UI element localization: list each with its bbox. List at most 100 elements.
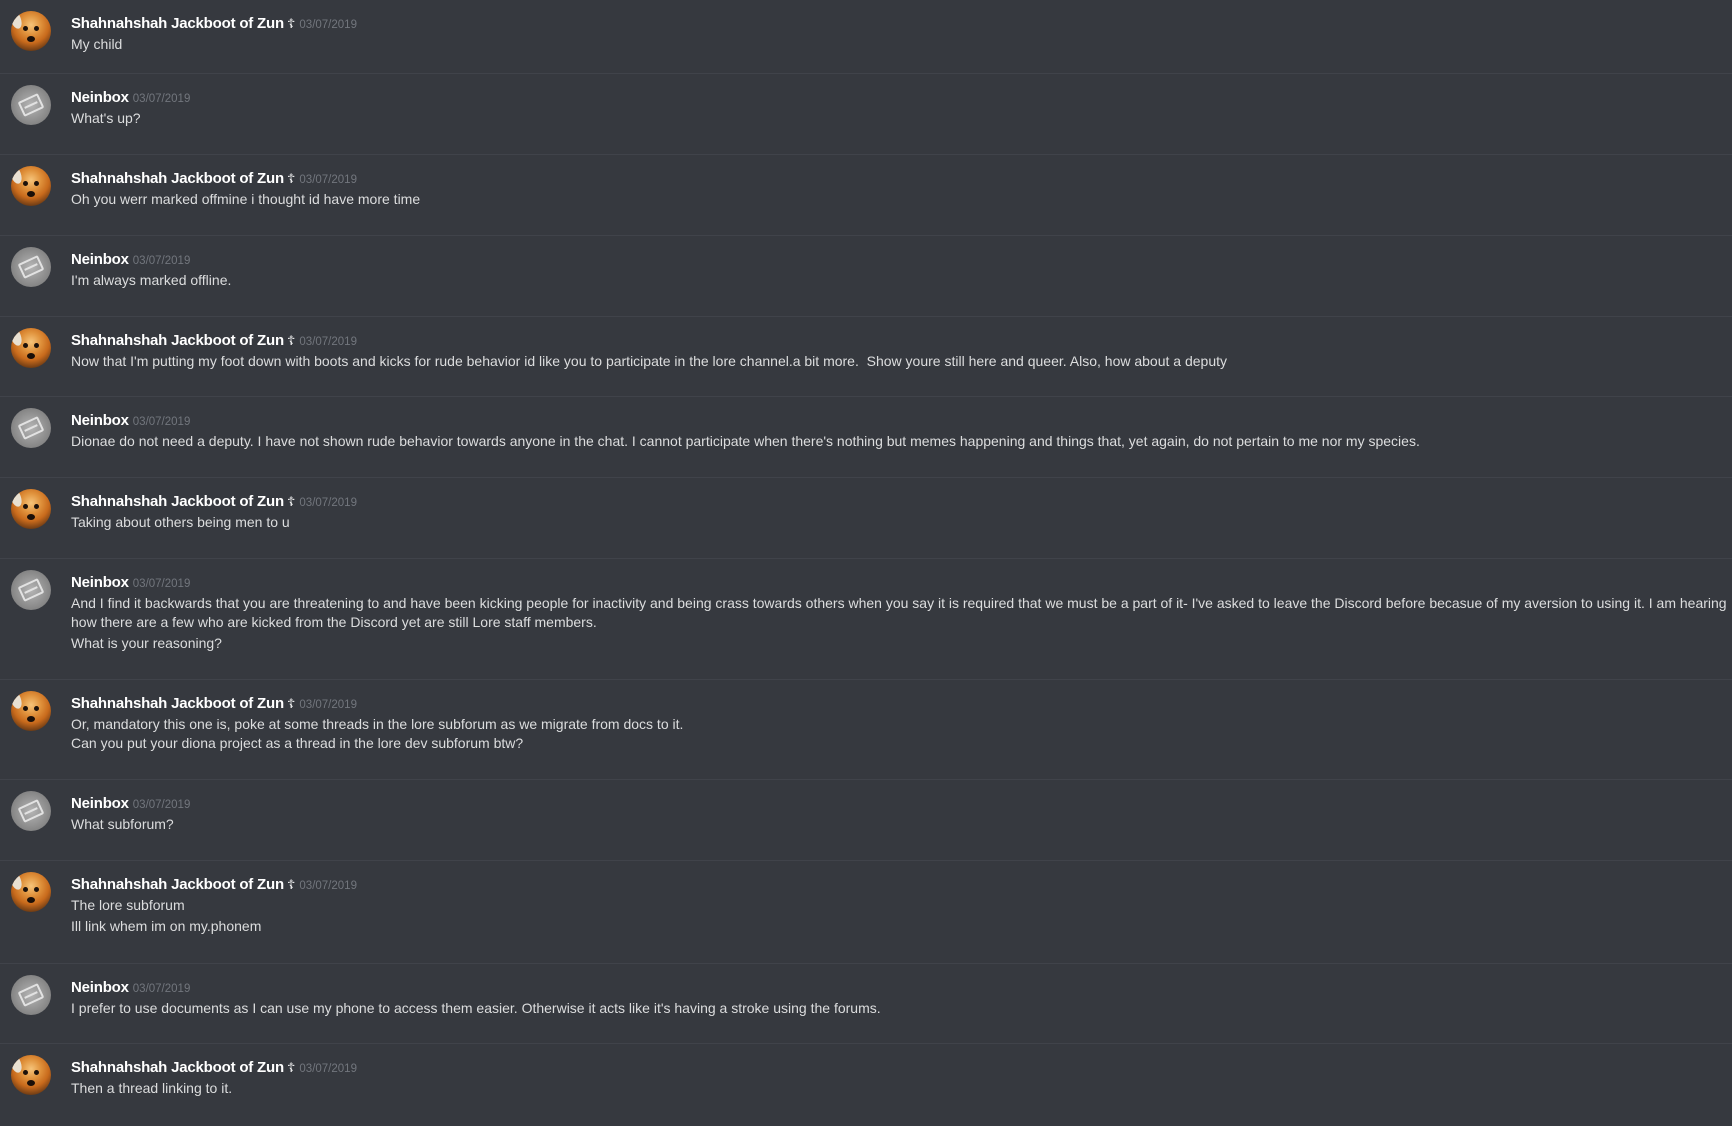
cross-badge-icon: ☦	[286, 172, 296, 187]
message-header: Neinbox 03/07/2019	[71, 793, 1732, 815]
timestamp: 03/07/2019	[299, 19, 357, 31]
dog-ear-icon	[11, 328, 24, 348]
message: Neinbox 03/07/2019 I'm always marked offl…	[0, 236, 1732, 317]
dog-ear-icon	[11, 11, 24, 31]
dog-eye-icon	[34, 1070, 39, 1075]
message: Shahnahshah Jackboot of Zun ☦ 03/07/2019 T…	[0, 478, 1732, 559]
message: Shahnahshah Jackboot of Zun ☦ 03/07/2019 O…	[0, 155, 1732, 236]
message-header: Neinbox 03/07/2019	[71, 977, 1732, 999]
message-text: Oh you werr marked offmine i thought id …	[71, 191, 421, 207]
user-avatar[interactable]	[11, 570, 51, 610]
message-header: Shahnahshah Jackboot of Zun ☦ 03/07/2019	[71, 168, 1732, 190]
box-stamp-icon	[17, 983, 45, 1007]
message-text: What's up?	[71, 110, 141, 126]
dog-eye-icon	[23, 504, 28, 509]
username[interactable]: Shahnahshah Jackboot of Zun	[71, 332, 284, 349]
dog-nose-icon	[27, 514, 35, 520]
message: Neinbox 03/07/2019 I prefer to use docume…	[0, 964, 1732, 1044]
user-avatar[interactable]	[11, 247, 51, 287]
user-avatar[interactable]	[11, 85, 51, 125]
cross-badge-icon: ☦	[286, 17, 296, 32]
username[interactable]: Neinbox	[71, 412, 129, 429]
dog-ear-icon	[11, 872, 24, 892]
message-header: Neinbox 03/07/2019	[71, 410, 1732, 432]
user-avatar[interactable]	[11, 166, 51, 206]
dog-eye-icon	[23, 343, 28, 348]
message: Neinbox 03/07/2019 What's up?	[0, 74, 1732, 155]
timestamp: 03/07/2019	[299, 497, 357, 509]
dog-eye-icon	[34, 26, 39, 31]
username[interactable]: Shahnahshah Jackboot of Zun	[71, 1059, 284, 1076]
timestamp: 03/07/2019	[299, 699, 357, 711]
user-avatar[interactable]	[11, 691, 51, 731]
timestamp: 03/07/2019	[132, 416, 191, 428]
box-stamp-icon	[17, 799, 45, 823]
message: Shahnahshah Jackboot of Zun ☦ 03/07/2019 T…	[0, 1044, 1732, 1126]
timestamp: 03/07/2019	[299, 880, 357, 892]
timestamp: 03/07/2019	[132, 255, 191, 267]
message: Shahnahshah Jackboot of Zun ☦ 03/07/2019 N…	[0, 317, 1732, 397]
user-avatar[interactable]	[11, 791, 51, 831]
dog-eye-icon	[34, 343, 39, 348]
dog-eye-icon	[34, 706, 39, 711]
user-avatar[interactable]	[11, 11, 51, 51]
dog-eye-icon	[34, 181, 39, 186]
dog-nose-icon	[27, 191, 35, 197]
username[interactable]: Shahnahshah Jackboot of Zun	[71, 876, 284, 893]
timestamp: 03/07/2019	[299, 1063, 357, 1075]
dog-nose-icon	[27, 897, 35, 903]
username[interactable]: Neinbox	[71, 89, 129, 106]
user-avatar[interactable]	[11, 408, 51, 448]
user-avatar[interactable]	[11, 975, 51, 1015]
message-text: What is your reasoning?	[71, 635, 222, 651]
username[interactable]: Shahnahshah Jackboot of Zun	[71, 695, 284, 712]
dog-eye-icon	[23, 26, 28, 31]
dog-eye-icon	[23, 706, 28, 711]
message: Shahnahshah Jackboot of Zun ☦ 03/07/2019 M…	[0, 0, 1732, 74]
user-avatar[interactable]	[11, 872, 51, 912]
message-text: Then a thread linking to it.	[71, 1080, 233, 1096]
dog-nose-icon	[27, 36, 35, 42]
box-stamp-icon	[17, 255, 45, 279]
message-header: Shahnahshah Jackboot of Zun ☦ 03/07/2019	[71, 491, 1732, 513]
username[interactable]: Shahnahshah Jackboot of Zun	[71, 170, 284, 187]
dog-eye-icon	[23, 181, 28, 186]
message: Shahnahshah Jackboot of Zun ☦ 03/07/2019 T…	[0, 861, 1732, 964]
username[interactable]: Neinbox	[71, 979, 129, 996]
timestamp: 03/07/2019	[132, 93, 191, 105]
username[interactable]: Shahnahshah Jackboot of Zun	[71, 493, 284, 510]
dog-nose-icon	[27, 1080, 35, 1086]
message-header: Shahnahshah Jackboot of Zun ☦ 03/07/2019	[71, 1057, 1732, 1079]
message-text: I'm always marked offline.	[71, 272, 232, 288]
message-text: What subforum?	[71, 816, 174, 832]
message-list[interactable]: Shahnahshah Jackboot of Zun ☦ 03/07/2019 M…	[0, 0, 1732, 1126]
username[interactable]: Shahnahshah Jackboot of Zun	[71, 15, 284, 32]
message-text: Or, mandatory this one is, poke at some …	[71, 716, 684, 751]
message-header: Shahnahshah Jackboot of Zun ☦ 03/07/2019	[71, 13, 1732, 35]
message-text: Dionae do not need a deputy. I have not …	[71, 433, 1420, 449]
cross-badge-icon: ☦	[286, 334, 296, 349]
message-text: The lore subforum	[71, 897, 185, 913]
cross-badge-icon: ☦	[286, 878, 296, 893]
box-stamp-icon	[17, 93, 45, 117]
dog-eye-icon	[23, 887, 28, 892]
timestamp: 03/07/2019	[299, 336, 357, 348]
dog-nose-icon	[27, 716, 35, 722]
message-text: Ill link whem im on my.phonem	[71, 918, 262, 934]
username[interactable]: Neinbox	[71, 574, 129, 591]
message-header: Neinbox 03/07/2019	[71, 572, 1732, 594]
message-header: Shahnahshah Jackboot of Zun ☦ 03/07/2019	[71, 874, 1732, 896]
message-header: Neinbox 03/07/2019	[71, 87, 1732, 109]
box-stamp-icon	[17, 416, 45, 440]
message: Shahnahshah Jackboot of Zun ☦ 03/07/2019 O…	[0, 680, 1732, 780]
user-avatar[interactable]	[11, 489, 51, 529]
cross-badge-icon: ☦	[286, 1061, 296, 1076]
message-text: My child	[71, 36, 123, 52]
username[interactable]: Neinbox	[71, 251, 129, 268]
user-avatar[interactable]	[11, 328, 51, 368]
username[interactable]: Neinbox	[71, 795, 129, 812]
cross-badge-icon: ☦	[286, 697, 296, 712]
dog-eye-icon	[34, 887, 39, 892]
user-avatar[interactable]	[11, 1055, 51, 1095]
dog-ear-icon	[11, 1055, 24, 1075]
